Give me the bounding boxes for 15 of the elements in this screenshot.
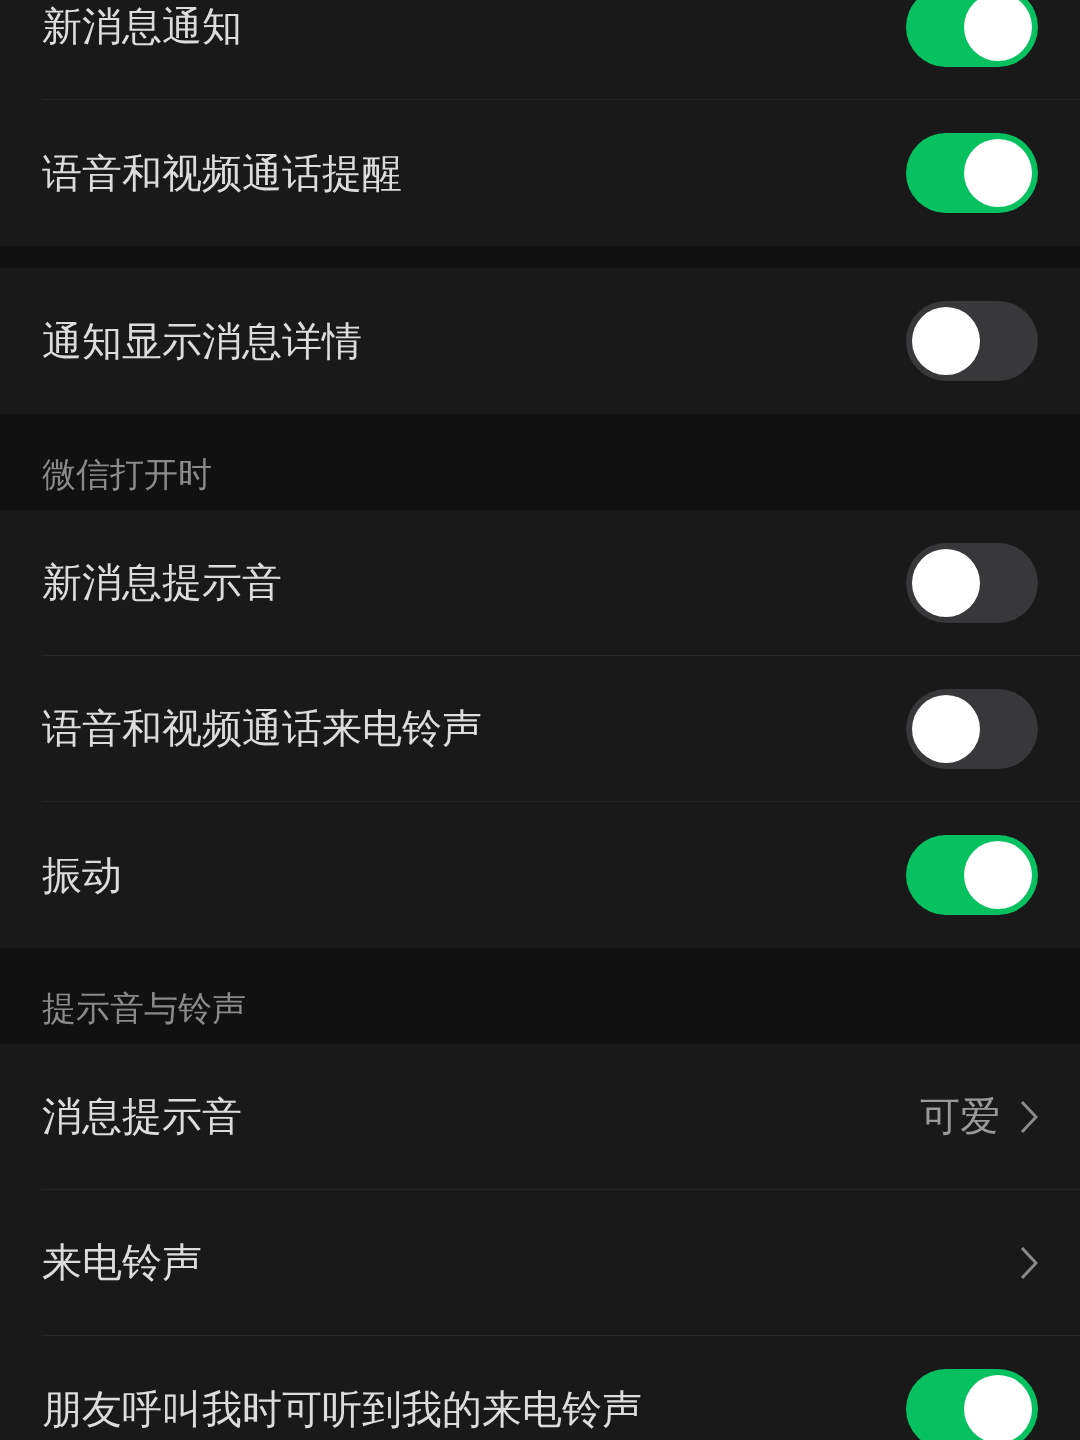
setting-value: 可爱 bbox=[920, 1092, 1000, 1141]
section-header: 提示音与铃声 bbox=[42, 987, 246, 1030]
setting-label: 语音和视频通话提醒 bbox=[42, 148, 402, 198]
setting-label: 通知显示消息详情 bbox=[42, 316, 362, 366]
setting-label: 振动 bbox=[42, 850, 122, 900]
chevron-right-icon[interactable] bbox=[1020, 1245, 1038, 1280]
setting-label: 新消息提示音 bbox=[42, 558, 282, 607]
setting-label: 来电铃声 bbox=[42, 1238, 202, 1287]
chevron-right-icon[interactable] bbox=[1020, 1099, 1038, 1134]
section-header: 微信打开时 bbox=[42, 453, 212, 496]
setting-label: 语音和视频通话来电铃声 bbox=[42, 704, 482, 753]
setting-label: 新消息通知 bbox=[42, 2, 242, 51]
setting-label: 朋友呼叫我时可听到我的来电铃声 bbox=[42, 1384, 642, 1434]
setting-label: 消息提示音 bbox=[42, 1092, 242, 1141]
toggle-switch[interactable] bbox=[906, 0, 1038, 67]
